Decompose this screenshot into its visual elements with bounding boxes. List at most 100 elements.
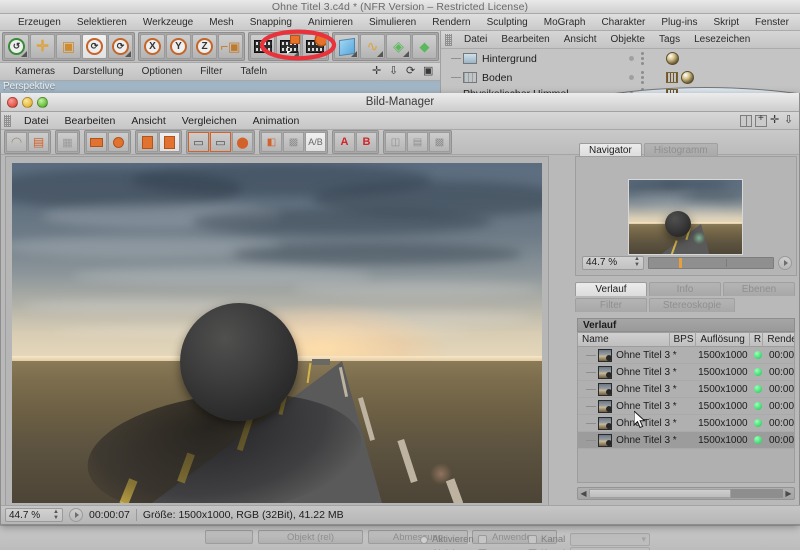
table-row[interactable]: Ohne Titel 3 * 1500x1000 00:00 <box>578 364 794 381</box>
spline-icon[interactable]: ∿ <box>360 34 385 59</box>
panel-tabstrip-row1[interactable]: Verlauf Info Ebenen <box>575 282 797 296</box>
column-header-r[interactable]: R <box>750 332 764 347</box>
window-controls[interactable] <box>1 97 48 108</box>
checkbox-icon[interactable] <box>528 535 537 544</box>
axis-y-icon[interactable]: Y <box>166 34 191 59</box>
bottom-button-modus[interactable] <box>205 530 253 544</box>
dock-panel-icon[interactable]: ⇩ <box>784 115 795 126</box>
object-tags[interactable] <box>666 71 694 84</box>
maximize-icon[interactable] <box>37 97 48 108</box>
tab-histogramm[interactable]: Histogramm <box>644 143 718 157</box>
menu-item-erzeugen[interactable]: Erzeugen <box>10 17 69 28</box>
rendered-image[interactable] <box>12 163 542 503</box>
bottom-button-objekt-rel[interactable]: Objekt (rel) <box>258 530 363 544</box>
viewport-menu-darstellung[interactable]: Darstellung <box>64 66 133 77</box>
layout-three-icon[interactable]: ▤ <box>407 132 428 152</box>
menu-item-skript[interactable]: Skript <box>705 17 747 28</box>
column-header-bps[interactable]: BPS <box>670 332 697 347</box>
table-row[interactable]: Ohne Titel 3 * 1500x1000 00:00 <box>578 347 794 364</box>
nurbs-icon[interactable]: ◈ <box>386 34 411 59</box>
status-play-icon[interactable] <box>69 508 83 522</box>
menu-item-sculpting[interactable]: Sculpting <box>479 17 536 28</box>
table-row[interactable]: Ohne Titel 3 * 1500x1000 00:00 <box>578 381 794 398</box>
view-single-icon[interactable]: ▭ <box>188 132 209 152</box>
pixel-grid-icon[interactable]: ▦ <box>57 132 78 152</box>
view-dual-icon[interactable]: ▭ <box>210 132 231 152</box>
history-panel[interactable]: Verlauf Info Ebenen Filter Stereoskopie … <box>575 282 797 506</box>
om-menu-objekte[interactable]: Objekte <box>604 34 652 45</box>
menu-item-simulieren[interactable]: Simulieren <box>361 17 424 28</box>
panel-tabstrip-row2[interactable]: Filter Stereoskopie <box>575 296 797 312</box>
menu-item-charakter[interactable]: Charakter <box>593 17 653 28</box>
om-menu-lesezeichen[interactable]: Lesezeichen <box>687 34 757 45</box>
fit-width-icon[interactable] <box>86 132 107 152</box>
bm-window-buttons[interactable]: ✛ ⇩ <box>740 115 799 127</box>
tab-ebenen[interactable]: Ebenen <box>723 282 795 296</box>
column-header-aufloesung[interactable]: Auflösung <box>696 332 749 347</box>
viewport-menu-bar[interactable]: Kameras Darstellung Optionen Filter Tafe… <box>0 63 440 81</box>
scrollbar-thumb[interactable] <box>589 489 731 498</box>
tab-stereoskopie[interactable]: Stereoskopie <box>649 298 735 312</box>
dolly-icon[interactable]: ⇩ <box>389 66 400 77</box>
compositing-tag-icon[interactable] <box>666 72 678 83</box>
status-zoom-stepper-icon[interactable]: ▲▼ <box>53 510 59 521</box>
scroll-right-icon[interactable]: ▶ <box>783 488 794 499</box>
c4d-menu-bar[interactable]: Erzeugen Selektieren Werkzeuge Mesh Snap… <box>0 14 800 31</box>
close-icon[interactable] <box>7 97 18 108</box>
menu-item-fenster[interactable]: Fenster <box>747 17 797 28</box>
open-image-icon[interactable]: ◠ <box>6 132 27 152</box>
bm-menu-bearbeiten[interactable]: Bearbeiten <box>57 115 124 127</box>
bm-menu-animation[interactable]: Animation <box>245 115 308 127</box>
tab-verlauf[interactable]: Verlauf <box>575 282 647 296</box>
image-canvas-area[interactable] <box>5 156 549 506</box>
tab-info[interactable]: Info <box>649 282 721 296</box>
menu-item-selektieren[interactable]: Selektieren <box>69 17 135 28</box>
history-horizontal-scrollbar[interactable]: ◀ ▶ <box>577 487 795 500</box>
zoom-value-field[interactable]: 44.7 % ▲▼ <box>582 256 644 270</box>
world-axis-icon[interactable]: ⌐▣ <box>218 34 243 59</box>
checkbox-icon[interactable] <box>478 535 487 544</box>
bild-manager-menu-bar[interactable]: Datei Bearbeiten Ansicht Vergleichen Ani… <box>1 112 799 130</box>
bild-manager-status-bar[interactable]: 44.7 % ▲▼ 00:00:07 Größe: 1500x1000, RGB… <box>1 505 800 524</box>
object-row-hintergrund[interactable]: Hintergrund <box>441 49 800 68</box>
bm-menu-ansicht[interactable]: Ansicht <box>123 115 173 127</box>
table-row[interactable]: Ohne Titel 3 * 1500x1000 00:00 <box>578 398 794 415</box>
add-view-icon[interactable] <box>755 115 767 127</box>
zoom-slider-knob[interactable] <box>679 258 682 268</box>
material-tag-icon[interactable] <box>666 52 679 65</box>
minimize-icon[interactable] <box>22 97 33 108</box>
fit-image-icon[interactable] <box>108 132 129 152</box>
object-tags[interactable] <box>666 52 679 65</box>
navigator-zoom-row[interactable]: 44.7 % ▲▼ <box>582 255 792 270</box>
compare-a-icon[interactable] <box>137 132 158 152</box>
panel-grip-icon[interactable] <box>4 115 11 127</box>
menu-item-rendern[interactable]: Rendern <box>424 17 478 28</box>
visibility-dots[interactable] <box>629 52 644 65</box>
menu-item-mesh[interactable]: Mesh <box>201 17 241 28</box>
diff-compare-icon[interactable]: A/B <box>305 132 326 152</box>
save-image-icon[interactable]: ▤ <box>28 132 49 152</box>
mark-a-icon[interactable]: A <box>334 132 355 152</box>
move-panel-icon[interactable]: ✛ <box>770 115 781 126</box>
zoom-slider[interactable] <box>648 257 774 269</box>
om-menu-tags[interactable]: Tags <box>652 34 687 45</box>
column-header-name[interactable]: Name <box>578 332 670 347</box>
axis-z-icon[interactable]: Z <box>192 34 217 59</box>
history-column-headers[interactable]: Name BPS Auflösung R Rende <box>577 332 795 347</box>
zoom-play-icon[interactable] <box>778 256 792 270</box>
radio-icon[interactable] <box>420 536 428 544</box>
pan-icon[interactable]: ✛ <box>372 66 383 77</box>
column-header-render[interactable]: Rende <box>763 332 794 347</box>
panel-grip-icon[interactable] <box>445 34 452 46</box>
object-manager-menu-bar[interactable]: Datei Bearbeiten Ansicht Objekte Tags Le… <box>441 31 800 49</box>
object-row-boden[interactable]: Boden <box>441 68 800 87</box>
deformer-icon[interactable]: ◆ <box>412 34 437 59</box>
navigator-thumbnail[interactable] <box>628 179 743 255</box>
ab-compare-icon[interactable]: ◧ <box>261 132 282 152</box>
material-tag-icon[interactable] <box>681 71 694 84</box>
bottom-radio-aktivieren-1[interactable]: Aktivieren <box>420 534 487 545</box>
om-menu-datei[interactable]: Datei <box>457 34 494 45</box>
zoom-stepper-icon[interactable]: ▲▼ <box>634 257 640 268</box>
visibility-dots[interactable] <box>629 71 644 84</box>
layout-grid-icon[interactable]: ▩ <box>429 132 450 152</box>
